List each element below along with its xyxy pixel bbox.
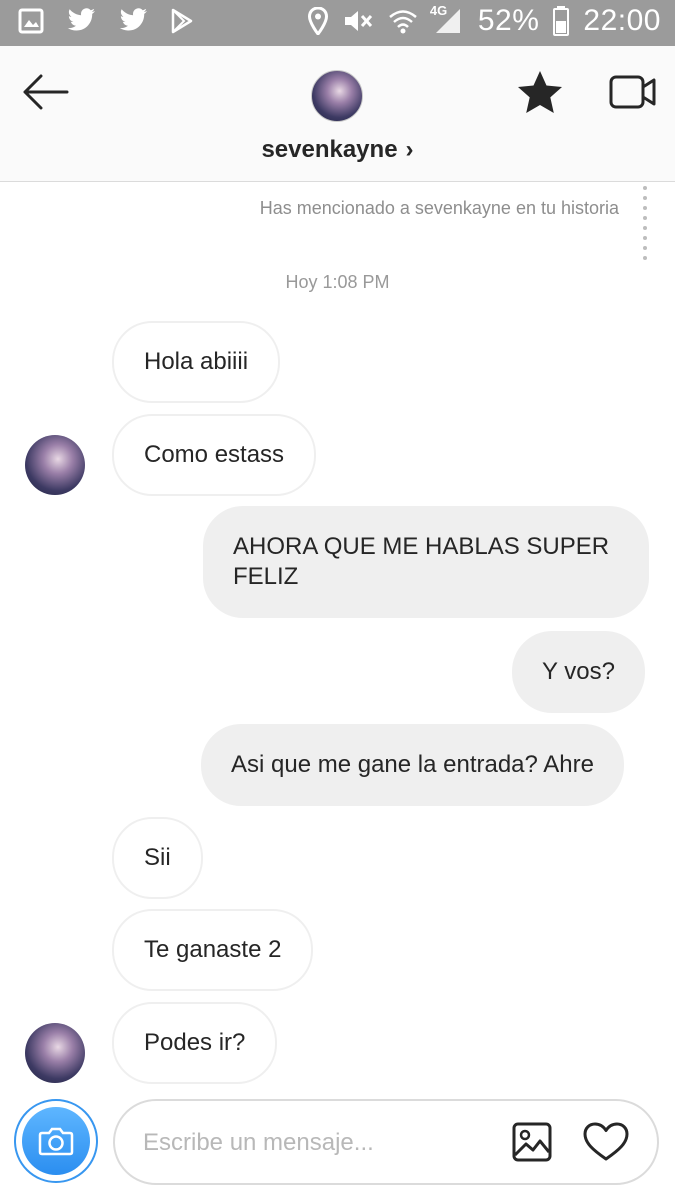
message-bubble-incoming[interactable]: Te ganaste 2 [112, 909, 314, 991]
image-icon [512, 1122, 552, 1162]
message-timestamp: Hoy 1:08 PM [285, 272, 390, 292]
more-options-icon[interactable] [643, 186, 647, 260]
play-store-icon [170, 8, 194, 34]
arrow-left-icon [23, 74, 69, 110]
heart-icon [583, 1122, 629, 1161]
username: sevenkayne [261, 136, 398, 163]
network-label: 4G [429, 3, 448, 18]
battery-percent: 52% [477, 4, 540, 37]
location-icon [307, 7, 328, 35]
video-call-button[interactable] [608, 72, 658, 112]
message-bubble-outgoing[interactable]: AHORA QUE ME HABLAS SUPER FELIZ [203, 506, 649, 618]
back-button[interactable] [18, 70, 72, 114]
twitter-icon [66, 8, 96, 34]
status-bar: 4G 52% 22:00 [0, 0, 675, 46]
system-indicators: 4G 52% 22:00 [307, 3, 661, 38]
video-camera-icon [609, 75, 656, 109]
chevron-right-icon: › [405, 136, 414, 163]
sender-avatar[interactable] [25, 435, 85, 495]
story-mention-note: Has mencionado a sevenkayne en tu histor… [259, 198, 619, 218]
message-bubble-outgoing[interactable]: Asi que me gane la entrada? Ahre [201, 724, 624, 806]
profile-link[interactable]: sevenkayne › [0, 136, 675, 164]
sender-avatar[interactable] [25, 1023, 85, 1083]
twitter-icon [118, 8, 148, 34]
message-composer [113, 1099, 659, 1185]
message-bubble-outgoing[interactable]: Y vos? [512, 631, 645, 713]
chat-header: sevenkayne › [0, 46, 675, 182]
message-bubble-incoming[interactable]: Como estass [112, 414, 317, 496]
gallery-button[interactable] [509, 1119, 555, 1165]
star-icon [518, 71, 562, 113]
like-button[interactable] [581, 1119, 631, 1165]
notification-icons [18, 8, 194, 34]
signal-icon: 4G [430, 3, 464, 35]
camera-icon [22, 1107, 90, 1175]
message-bubble-incoming[interactable]: Podes ir? [112, 1002, 278, 1084]
message-bubble-incoming[interactable]: Sii [112, 817, 203, 899]
message-input[interactable] [143, 1121, 503, 1165]
message-bubble-incoming[interactable]: Hola abiiii [112, 321, 281, 403]
gallery-notification-icon [18, 8, 44, 34]
clock: 22:00 [583, 4, 661, 37]
wifi-icon [388, 8, 418, 34]
profile-avatar[interactable] [311, 70, 363, 122]
camera-button[interactable] [14, 1099, 98, 1183]
mute-icon [342, 7, 374, 35]
favorite-button[interactable] [516, 68, 564, 116]
battery-icon [553, 6, 570, 36]
